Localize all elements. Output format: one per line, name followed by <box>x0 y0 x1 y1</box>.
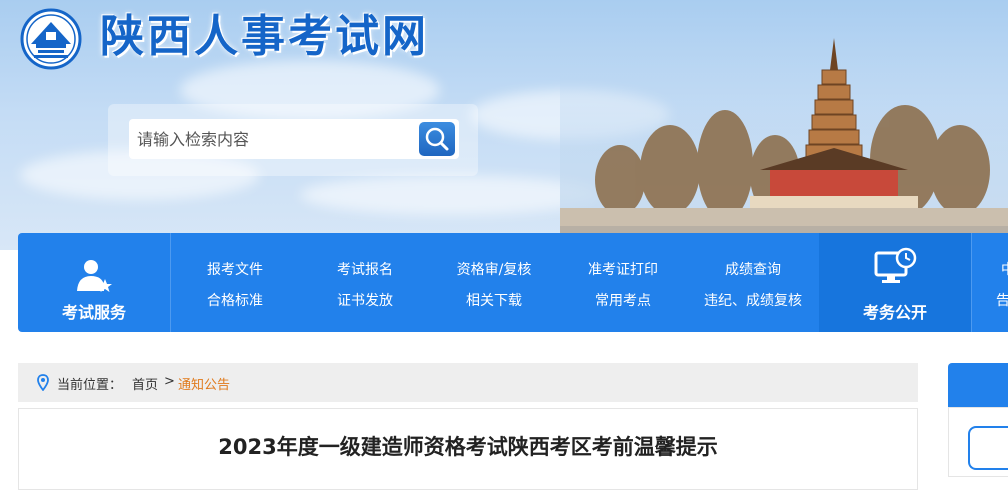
nav-link-qualification-review[interactable]: 资格审/复核 <box>457 259 532 279</box>
user-service-icon <box>77 260 112 292</box>
sidebar-item-icon[interactable] <box>968 426 1008 470</box>
search-icon <box>425 127 449 151</box>
nav-divider <box>971 233 972 332</box>
nav-link-exam-registration[interactable]: 考试报名 <box>337 259 393 279</box>
exam-service-label: 考试服务 <box>61 303 127 322</box>
monitor-clock-icon <box>874 247 917 283</box>
nav-link-certificate-issuance[interactable]: 证书发放 <box>337 290 393 310</box>
nav-divider <box>170 233 171 332</box>
location-pin-icon <box>37 374 49 391</box>
pagoda-landscape-image <box>560 30 1008 250</box>
nav-link-score-review[interactable]: 违纪、成绩复核 <box>704 290 802 310</box>
breadcrumb-prefix: 当前位置： <box>57 378 123 393</box>
search-input[interactable] <box>137 119 407 159</box>
nav-link-exam-sites[interactable]: 常用考点 <box>595 290 651 310</box>
breadcrumb-home-link[interactable]: 首页 <box>132 374 158 393</box>
header-banner: 陕西人事考试网 <box>0 0 1008 250</box>
nav-link-score-query[interactable]: 成绩查询 <box>725 259 781 279</box>
article-title: 2023年度一级建造师资格考试陕西考区考前温馨提示 <box>218 435 718 459</box>
exam-affairs-public-label: 考务公开 <box>862 303 928 322</box>
site-title[interactable]: 陕西人事考试网 <box>100 6 429 68</box>
nav-link-truncated-top[interactable]: 中 <box>1001 259 1008 279</box>
sidebar-header <box>948 363 1008 407</box>
breadcrumb: 当前位置： 首页 > 通知公告 <box>18 363 918 402</box>
exam-affairs-public-button[interactable]: 考务公开 <box>819 233 971 332</box>
nav-link-truncated-bottom[interactable]: 告 <box>996 290 1008 310</box>
site-logo-icon[interactable] <box>20 8 82 70</box>
article-card: 2023年度一级建造师资格考试陕西考区考前温馨提示 <box>18 408 918 490</box>
nav-link-registration-docs[interactable]: 报考文件 <box>207 259 263 279</box>
nav-link-admission-ticket[interactable]: 准考证打印 <box>588 259 658 279</box>
nav-link-downloads[interactable]: 相关下载 <box>466 290 522 310</box>
exam-service-button[interactable]: 考试服务 <box>18 233 170 332</box>
main-nav: 考试服务 报考文件 合格标准 考试报名 证书发放 资格审/复核 相关下载 准考证… <box>18 233 1008 332</box>
breadcrumb-separator: > <box>164 374 175 389</box>
search-button[interactable] <box>419 122 455 156</box>
nav-link-pass-standards[interactable]: 合格标准 <box>207 290 263 310</box>
search-bar <box>129 119 459 159</box>
breadcrumb-current[interactable]: 通知公告 <box>178 374 230 393</box>
